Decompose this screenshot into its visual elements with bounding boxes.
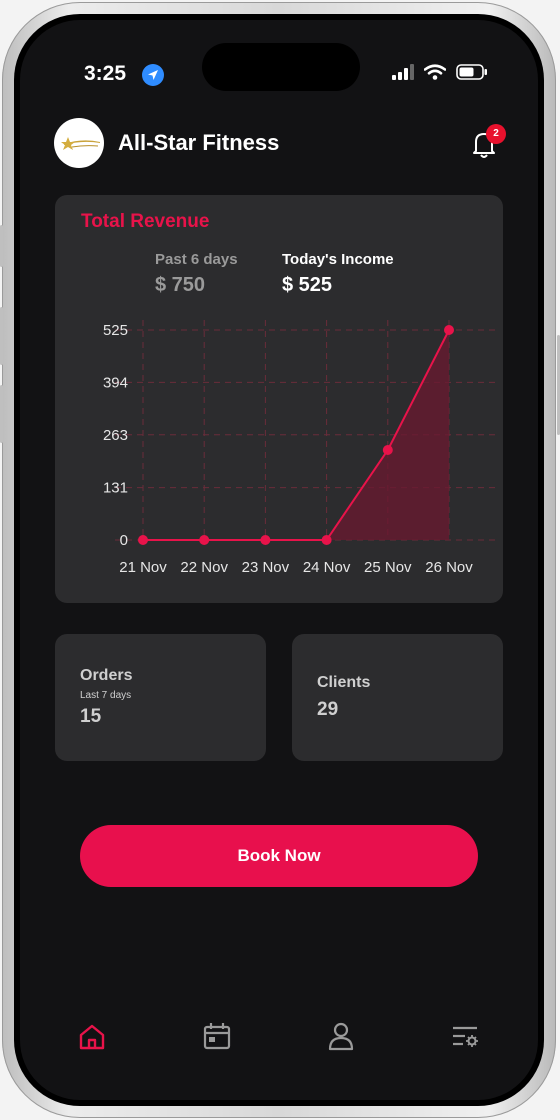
app-title: All-Star Fitness xyxy=(118,130,280,155)
signal-icon xyxy=(392,64,414,80)
data-point xyxy=(138,535,148,545)
screen: 3:25 All-Star Fitness 2 Total Revenue Pa… xyxy=(14,14,544,1106)
dynamic-island xyxy=(202,43,360,91)
clients-label: Clients xyxy=(317,674,371,691)
orders-period: Last 7 days xyxy=(80,690,132,701)
y-tick-label: 131 xyxy=(103,480,128,497)
y-tick-label: 0 xyxy=(120,532,128,549)
app-header: All-Star Fitness 2 xyxy=(54,118,506,170)
revenue-title: Total Revenue xyxy=(81,211,210,232)
data-point xyxy=(260,535,271,545)
nav-calendar[interactable] xyxy=(197,1016,237,1056)
orders-value: 15 xyxy=(80,706,102,727)
battery-icon xyxy=(456,64,487,80)
past-days-label: Past 6 days xyxy=(155,251,238,268)
user-icon xyxy=(328,1022,354,1051)
x-tick-label: 21 Nov xyxy=(119,559,167,576)
y-tick-label: 263 xyxy=(103,427,128,444)
x-tick-label: 25 Nov xyxy=(364,559,412,576)
clients-value: 29 xyxy=(317,699,339,720)
x-tick-label: 26 Nov xyxy=(425,559,473,576)
notification-badge: 2 xyxy=(486,124,506,144)
y-tick-label: 525 xyxy=(103,322,128,339)
calendar-icon xyxy=(203,1023,231,1050)
status-icons xyxy=(392,64,488,80)
silent-switch xyxy=(0,225,3,267)
revenue-chart: 0 131 263 394 525 21 Nov 22 Nov 23 Nov 24 Nov 25 … xyxy=(103,320,495,576)
orders-card[interactable]: Orders Last 7 days 15 xyxy=(55,634,266,761)
location-icon xyxy=(142,64,164,86)
nav-settings[interactable] xyxy=(445,1016,485,1056)
y-tick-label: 394 xyxy=(103,374,128,391)
settings-list-icon xyxy=(453,1026,478,1047)
data-point xyxy=(444,325,454,335)
nav-profile[interactable] xyxy=(321,1016,361,1056)
volume-down-button xyxy=(0,385,3,443)
data-point xyxy=(382,445,393,455)
book-now-button[interactable]: Book Now xyxy=(80,825,478,887)
x-tick-label: 23 Nov xyxy=(242,559,290,576)
data-point xyxy=(321,535,332,545)
home-icon xyxy=(79,1024,105,1050)
avatar-logo[interactable] xyxy=(54,118,104,168)
nav-home[interactable] xyxy=(72,1016,112,1056)
clients-card[interactable]: Clients 29 xyxy=(292,634,503,761)
notification-button[interactable]: 2 xyxy=(464,124,506,164)
past-days-value: $ 750 xyxy=(155,274,206,296)
wifi-icon xyxy=(424,64,446,80)
app-screen: 3:25 All-Star Fitness 2 Total Revenue Pa… xyxy=(20,20,538,1100)
volume-up-button xyxy=(0,307,3,365)
status-bar: 3:25 xyxy=(20,20,538,120)
today-income-value: $ 525 xyxy=(282,274,333,296)
bottom-nav xyxy=(20,1010,538,1100)
revenue-card: Total Revenue Past 6 days $ 750 Today's … xyxy=(55,195,503,603)
data-point xyxy=(199,535,210,545)
status-time: 3:25 xyxy=(84,62,127,85)
today-income-label: Today's Income xyxy=(282,251,394,268)
orders-label: Orders xyxy=(80,667,133,684)
x-tick-label: 24 Nov xyxy=(303,559,351,576)
x-tick-label: 22 Nov xyxy=(180,559,228,576)
